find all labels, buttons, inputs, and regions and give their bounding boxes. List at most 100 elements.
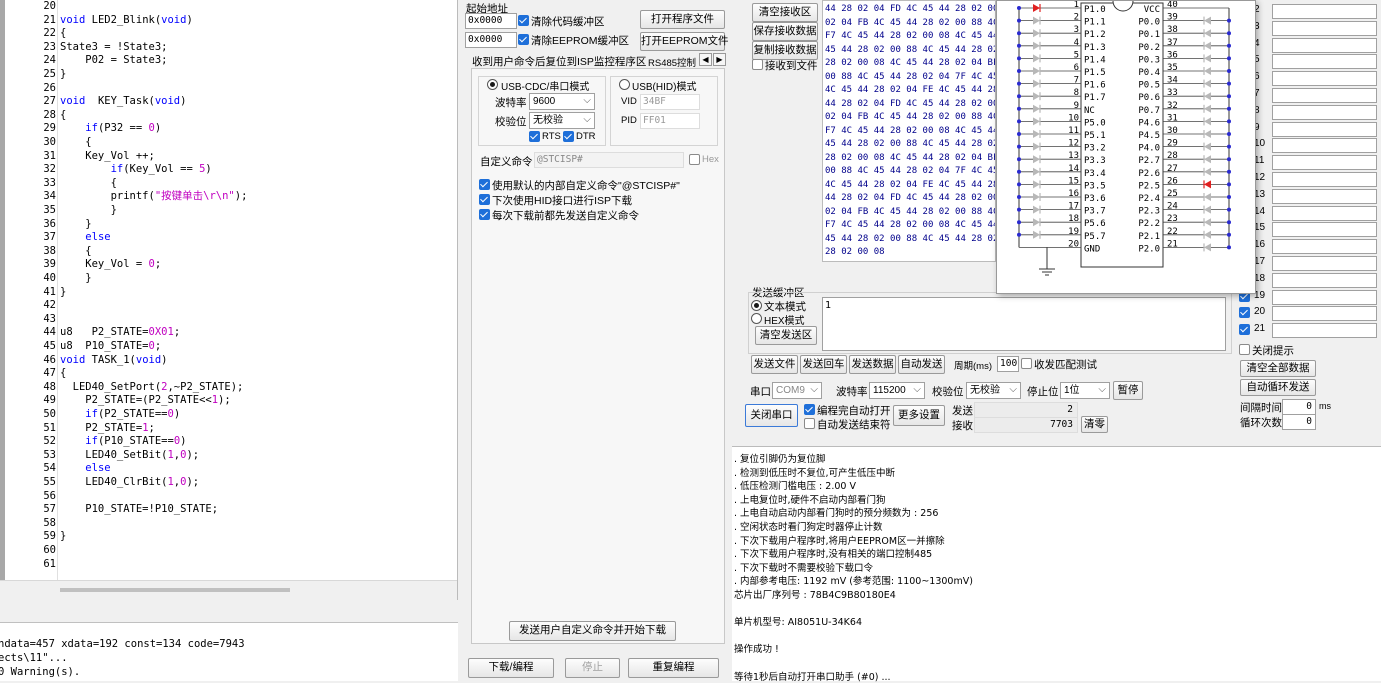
code-address-input[interactable]: 0x0000: [465, 13, 517, 29]
more-settings-button[interactable]: 更多设置: [893, 405, 945, 426]
pid-input[interactable]: FF01: [640, 113, 700, 129]
multi-send-checkbox[interactable]: [1239, 324, 1250, 336]
multi-send-input[interactable]: [1272, 272, 1377, 288]
code-line[interactable]: P02 = State3;: [60, 54, 167, 68]
multi-send-input[interactable]: [1272, 104, 1377, 120]
multi-send-input[interactable]: [1272, 205, 1377, 221]
close-hint-checkbox[interactable]: [1239, 344, 1250, 355]
auto-send-button[interactable]: 自动发送: [898, 355, 945, 374]
download-program-button[interactable]: 下载/编程: [468, 658, 554, 678]
code-line[interactable]: printf("按键单击\r\n");: [60, 190, 248, 204]
multi-send-input[interactable]: [1272, 20, 1377, 36]
multi-send-input[interactable]: [1272, 88, 1377, 103]
multi-send-input[interactable]: [1272, 155, 1377, 171]
multi-send-input[interactable]: [1272, 71, 1377, 87]
hex-checkbox[interactable]: [689, 154, 700, 165]
code-line[interactable]: {: [60, 367, 66, 381]
usb-cdc-radio[interactable]: [487, 79, 498, 90]
send-return-button[interactable]: 发送回车: [800, 355, 847, 374]
code-line[interactable]: }: [60, 272, 91, 286]
multi-send-input[interactable]: [1272, 239, 1377, 255]
reprogram-button[interactable]: 重复编程: [628, 658, 719, 678]
multi-send-input[interactable]: [1272, 138, 1377, 154]
multi-send-input[interactable]: [1272, 37, 1377, 53]
vid-input[interactable]: 34BF: [640, 94, 700, 110]
port-select[interactable]: COM9: [772, 382, 822, 399]
code-line[interactable]: u8 P2_STATE=0X01;: [60, 326, 180, 340]
multi-send-input[interactable]: [1272, 289, 1377, 305]
clear-code-checkbox[interactable]: [518, 15, 529, 26]
code-line[interactable]: Key_Vol ++;: [60, 150, 155, 164]
tab-reset-to-isp[interactable]: 收到用户命令后复位到ISP监控程序区: [472, 54, 646, 69]
code-line[interactable]: {: [60, 109, 66, 123]
code-line[interactable]: LED40_ClrBit(1,0);: [60, 476, 199, 490]
custom-command-input[interactable]: @STCISP#: [534, 152, 684, 168]
text-mode-radio[interactable]: [751, 300, 762, 311]
multi-send-input[interactable]: [1272, 4, 1377, 19]
tab-scroll-left-icon[interactable]: ◀: [699, 53, 712, 66]
multi-send-input[interactable]: [1272, 54, 1377, 70]
tab-rs485[interactable]: RS485控制: [648, 55, 696, 69]
receive-to-file-checkbox[interactable]: [752, 59, 763, 70]
code-line[interactable]: {: [60, 177, 117, 191]
code-line[interactable]: else: [60, 231, 110, 245]
editor-horizontal-scrollbar[interactable]: [0, 580, 457, 600]
code-line[interactable]: State3 = !State3;: [60, 41, 167, 55]
auto-send-terminator-checkbox[interactable]: [804, 418, 815, 429]
code-line[interactable]: }: [60, 218, 91, 232]
multi-send-input[interactable]: [1272, 323, 1377, 339]
serial-baud-select[interactable]: 115200: [869, 382, 925, 399]
multi-send-checkbox[interactable]: [1239, 307, 1250, 319]
multi-send-input[interactable]: [1272, 121, 1377, 137]
code-line[interactable]: else: [60, 462, 110, 476]
scrollbar-thumb[interactable]: [60, 588, 290, 592]
code-line[interactable]: P2_STATE=1;: [60, 422, 155, 436]
send-file-button[interactable]: 发送文件: [751, 355, 798, 374]
clear-send-button[interactable]: 清空发送区: [755, 326, 817, 345]
send-command-and-download-button[interactable]: 发送用户自定义命令并开始下载: [509, 621, 676, 641]
code-line[interactable]: P2_STATE=(P2_STATE<<1);: [60, 394, 230, 408]
isp-baud-select[interactable]: 9600: [529, 93, 595, 110]
multi-send-input[interactable]: [1272, 188, 1377, 204]
stop-button[interactable]: 停止: [565, 658, 620, 678]
rts-checkbox[interactable]: [529, 131, 540, 142]
code-line[interactable]: }: [60, 68, 66, 82]
code-line[interactable]: LED40_SetPort(2,~P2_STATE);: [60, 381, 244, 395]
code-line[interactable]: if(P2_STATE==0): [60, 408, 180, 422]
dtr-checkbox[interactable]: [563, 131, 574, 142]
hex-mode-radio[interactable]: [751, 313, 762, 324]
send-data-button[interactable]: 发送数据: [849, 355, 896, 374]
close-port-button[interactable]: 关闭串口: [745, 404, 798, 427]
pause-button[interactable]: 暂停: [1113, 381, 1143, 400]
clear-receive-button[interactable]: 清空接收区: [752, 3, 818, 22]
code-line[interactable]: {: [60, 245, 91, 259]
code-line[interactable]: }: [60, 530, 66, 544]
code-line[interactable]: {: [60, 27, 66, 41]
save-receive-button[interactable]: 保存接收数据: [752, 22, 818, 41]
clear-eeprom-checkbox[interactable]: [518, 34, 529, 45]
use-default-command-checkbox[interactable]: [479, 179, 490, 190]
period-input[interactable]: 100: [997, 356, 1019, 372]
editor-output-splitter[interactable]: [0, 600, 458, 622]
code-line[interactable]: }: [60, 286, 66, 300]
code-line[interactable]: void TASK_1(void): [60, 354, 168, 368]
code-line[interactable]: }: [60, 204, 117, 218]
code-line[interactable]: {: [60, 136, 91, 150]
code-editor[interactable]: void LED2_Blink(void){State3 = !State3; …: [0, 0, 458, 600]
usb-hid-radio[interactable]: [619, 79, 630, 90]
use-hid-next-checkbox[interactable]: [479, 194, 490, 205]
code-line[interactable]: u8 P10_STATE=0;: [60, 340, 161, 354]
isp-parity-select[interactable]: 无校验: [529, 112, 595, 129]
auto-open-after-program-checkbox[interactable]: [804, 404, 815, 415]
receive-buffer[interactable]: 44 28 02 04 FD 4C 45 44 28 02 00 02 04 FB…: [822, 0, 996, 262]
auto-loop-send-button[interactable]: 自动循环发送: [1240, 379, 1316, 396]
code-line[interactable]: if(P32 == 0): [60, 122, 161, 136]
code-line[interactable]: if(P10_STATE==0): [60, 435, 186, 449]
multi-send-input[interactable]: [1272, 222, 1377, 238]
tab-scroll-right-icon[interactable]: ▶: [713, 53, 726, 66]
multi-send-input[interactable]: [1272, 256, 1377, 271]
loopback-test-checkbox[interactable]: [1021, 358, 1032, 369]
multi-send-input[interactable]: [1272, 172, 1377, 187]
code-line[interactable]: void KEY_Task(void): [60, 95, 186, 109]
interval-input[interactable]: 0: [1282, 399, 1316, 415]
